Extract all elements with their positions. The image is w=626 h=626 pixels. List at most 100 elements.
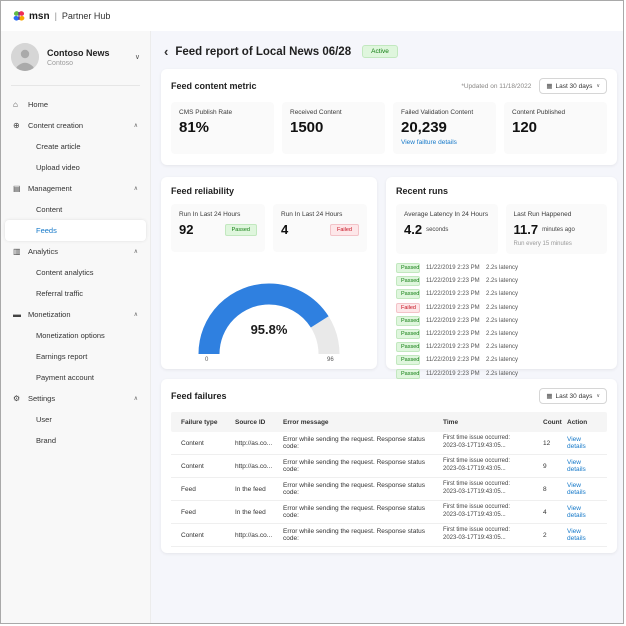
recent-runs-title: Recent runs: [396, 186, 607, 196]
chevron-down-icon: ∨: [135, 53, 140, 61]
chevron-up-icon: ∧: [134, 122, 138, 129]
chevron-up-icon: ∧: [134, 395, 138, 402]
metric-tiles: CMS Publish Rate 81% Received Content 15…: [171, 102, 607, 154]
top-bar: msn | Partner Hub: [1, 1, 623, 31]
failures-table-header: Failure type Source ID Error message Tim…: [171, 412, 607, 432]
settings-gear-icon: ⚙: [13, 394, 28, 403]
table-row: Feed In the feed Error while sending the…: [171, 501, 607, 524]
run-row: Passed 11/22/2019 2:23 PM 2.2s latency: [396, 276, 607, 286]
average-latency-tile: Average Latency In 24 Hours 4.2 seconds: [396, 204, 498, 254]
table-row: Feed In the feed Error while sending the…: [171, 478, 607, 501]
recent-runs-card: Recent runs Average Latency In 24 Hours …: [386, 177, 617, 369]
calendar-icon: ▦: [546, 392, 552, 400]
account-switcher[interactable]: Contoso News Contoso ∨: [1, 31, 150, 81]
sidebar-item-upload-video[interactable]: Upload video: [5, 157, 146, 178]
last-run-tile: Last Run Happened 11.7 minutes ago Run e…: [506, 204, 608, 254]
table-row: Content http://as.co... Error while send…: [171, 524, 607, 547]
recent-runs-tiles: Average Latency In 24 Hours 4.2 seconds …: [396, 204, 607, 254]
sidebar-item-settings[interactable]: ⚙ Settings ∧: [5, 388, 146, 409]
updated-on-label: *Updated on 11/18/2022: [461, 83, 531, 90]
sidebar-item-monetization-options[interactable]: Monetization options: [5, 325, 146, 346]
back-button[interactable]: ‹: [164, 45, 168, 58]
content-creation-icon: ⊕: [13, 121, 28, 130]
run-row: Passed 11/22/2019 2:23 PM 2.2s latency: [396, 289, 607, 299]
sidebar-item-content[interactable]: Content: [5, 199, 146, 220]
view-failure-details-link[interactable]: View failture details: [401, 139, 488, 146]
run-row: Failed 11/22/2019 2:23 PM 2.2s latency: [396, 303, 607, 313]
feed-reliability-title: Feed reliability: [171, 186, 367, 196]
gauge-min-label: 0: [205, 357, 209, 362]
passed-badge: Passed: [225, 224, 257, 236]
sidebar-nav: ⌂ Home ⊕ Content creation ∧ Create artic…: [1, 94, 150, 451]
sidebar-item-referral-traffic[interactable]: Referral traffic: [5, 283, 146, 304]
run-history-list: Passed 11/22/2019 2:23 PM 2.2s latency P…: [396, 263, 607, 392]
analytics-icon: ▥: [13, 247, 28, 256]
account-name: Contoso News: [47, 48, 110, 58]
gauge-max-label: 96: [327, 357, 334, 362]
brand-name: msn: [29, 11, 50, 22]
sidebar-item-create-article[interactable]: Create article: [5, 136, 146, 157]
chevron-up-icon: ∧: [134, 185, 138, 192]
sidebar-item-home[interactable]: ⌂ Home: [5, 94, 146, 115]
management-icon: ▤: [13, 184, 28, 193]
feed-content-metric-card: Feed content metric *Updated on 11/18/20…: [161, 69, 617, 165]
sidebar-item-payment-account[interactable]: Payment account: [5, 367, 146, 388]
metric-tile-content-published: Content Published 120: [504, 102, 607, 154]
view-details-link[interactable]: View details: [567, 436, 607, 450]
view-details-link[interactable]: View details: [567, 505, 607, 519]
view-details-link[interactable]: View details: [567, 482, 607, 496]
sidebar-item-brand[interactable]: Brand: [5, 430, 146, 451]
failures-date-range-dropdown[interactable]: ▦ Last 30 days ∨: [539, 388, 607, 404]
runs-passed-tile: Run In Last 24 Hours 92 Passed: [171, 204, 265, 252]
reliability-gauge: 0 96 95.8%: [171, 266, 367, 367]
run-row: Passed 11/22/2019 2:23 PM 2.2s latency: [396, 342, 607, 352]
sidebar-item-feeds[interactable]: Feeds: [5, 220, 146, 241]
date-range-dropdown[interactable]: ▦ Last 30 days ∨: [539, 78, 607, 94]
page-title: Feed report of Local News 06/28: [175, 46, 351, 58]
metric-tile-received-content: Received Content 1500: [282, 102, 385, 154]
run-row: Passed 11/22/2019 2:23 PM 2.2s latency: [396, 316, 607, 326]
avatar: [11, 43, 39, 71]
sidebar-item-content-analytics[interactable]: Content analytics: [5, 262, 146, 283]
runs-failed-tile: Run In Last 24 Hours 4 Failed: [273, 204, 367, 252]
feed-failures-card: Feed failures ▦ Last 30 days ∨ Failure t…: [161, 379, 617, 553]
sidebar: Contoso News Contoso ∨ ⌂ Home ⊕ Content …: [1, 31, 151, 623]
monetization-icon: ▬: [13, 310, 28, 319]
sidebar-item-earnings-report[interactable]: Earnings report: [5, 346, 146, 367]
view-details-link[interactable]: View details: [567, 459, 607, 473]
account-subtitle: Contoso: [47, 60, 110, 67]
metric-tile-failed-validation: Failed Validation Content 20,239 View fa…: [393, 102, 496, 154]
sidebar-item-management[interactable]: ▤ Management ∧: [5, 178, 146, 199]
feed-content-metric-header: Feed content metric *Updated on 11/18/20…: [171, 78, 607, 94]
chevron-up-icon: ∧: [134, 248, 138, 255]
sidebar-divider: [11, 85, 140, 86]
failures-date-range-value: Last 30 days: [555, 393, 592, 400]
feed-failures-title: Feed failures: [171, 391, 227, 401]
chevron-up-icon: ∧: [134, 311, 138, 318]
failed-badge: Failed: [330, 224, 359, 236]
sidebar-item-monetization[interactable]: ▬ Monetization ∧: [5, 304, 146, 325]
run-frequency-note: Run every 15 minutes: [514, 241, 600, 247]
feed-reliability-card: Feed reliability Run In Last 24 Hours 92…: [161, 177, 377, 369]
feed-failures-header: Feed failures ▦ Last 30 days ∨: [171, 388, 607, 404]
run-row: Passed 11/22/2019 2:23 PM 2.2s latency: [396, 369, 607, 379]
run-row: Passed 11/22/2019 2:23 PM 2.2s latency: [396, 329, 607, 339]
reliability-tiles: Run In Last 24 Hours 92 Passed Run In La…: [171, 204, 367, 252]
app-window: msn | Partner Hub Contoso News Contoso ∨…: [0, 0, 624, 624]
msn-butterfly-logo-icon: [13, 10, 25, 22]
table-row: Content http://as.co... Error while send…: [171, 455, 607, 478]
view-details-link[interactable]: View details: [567, 528, 607, 542]
sidebar-item-user[interactable]: User: [5, 409, 146, 430]
calendar-icon: ▦: [546, 82, 552, 90]
profile-text: Contoso News Contoso: [47, 48, 110, 67]
status-badge: Active: [362, 45, 398, 58]
page-header: ‹ Feed report of Local News 06/28 Active: [164, 45, 623, 58]
run-row: Passed 11/22/2019 2:23 PM 2.2s latency: [396, 263, 607, 273]
table-row: Content http://as.co... Error while send…: [171, 432, 607, 455]
metric-tile-cms-publish-rate: CMS Publish Rate 81%: [171, 102, 274, 154]
sidebar-item-content-creation[interactable]: ⊕ Content creation ∧: [5, 115, 146, 136]
sidebar-item-analytics[interactable]: ▥ Analytics ∧: [5, 241, 146, 262]
main-content: ‹ Feed report of Local News 06/28 Active…: [151, 31, 623, 623]
gauge-value-label: 95.8%: [171, 322, 367, 337]
chevron-down-icon: ∨: [596, 393, 600, 399]
